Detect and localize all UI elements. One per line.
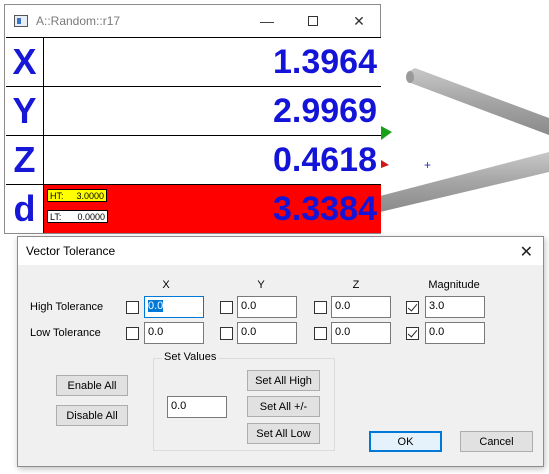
maximize-button[interactable] [290, 5, 336, 37]
crosshair-marker: + [424, 158, 431, 172]
red-axis-arrow [381, 160, 389, 168]
column-header-magnitude: Magnitude [428, 279, 480, 291]
app-window-icon [14, 15, 28, 27]
axis-value-y: 2.9969 [273, 91, 377, 130]
high-y-checkbox[interactable] [220, 301, 233, 314]
column-header-z: Z [352, 279, 360, 291]
coordinate-readout-window: A::Random::r17 — ✕ X 1.3964 Y 2.9969 Z 0… [4, 4, 381, 234]
high-x-input[interactable]: 0.0 [144, 296, 204, 318]
low-x-input[interactable]: 0.0 [144, 322, 204, 344]
low-z-checkbox[interactable] [314, 327, 327, 340]
low-tolerance-label: Low Tolerance [30, 327, 101, 339]
cancel-button[interactable]: Cancel [460, 431, 533, 452]
minimize-icon: — [260, 13, 274, 29]
low-y-checkbox[interactable] [220, 327, 233, 340]
enable-all-button[interactable]: Enable All [56, 375, 128, 396]
low-z-input[interactable]: 0.0 [331, 322, 391, 344]
cad-viewport: + A::Random::r17 — ✕ X 1.3964 Y 2.9969 Z… [0, 0, 549, 474]
cylinder-upper[interactable] [406, 68, 549, 135]
vector-tolerance-dialog: Vector Tolerance ✕ X Y Z Magnitude High … [17, 236, 544, 467]
high-magnitude-checkbox[interactable] [406, 301, 419, 314]
disable-all-button[interactable]: Disable All [56, 405, 128, 426]
column-header-x: X [162, 279, 170, 291]
dialog-close-icon[interactable]: ✕ [520, 242, 533, 262]
low-x-checkbox[interactable] [126, 327, 139, 340]
high-z-checkbox[interactable] [314, 301, 327, 314]
cylinder-lower[interactable] [380, 152, 549, 212]
set-all-plus-minus-button[interactable]: Set All +/- [247, 396, 320, 417]
readout-row-z: Z 0.4618 [6, 135, 381, 184]
set-values-label: Set Values [162, 351, 219, 363]
minimize-button[interactable]: — [244, 5, 290, 37]
low-y-input[interactable]: 0.0 [237, 322, 297, 344]
readout-row-y: Y 2.9969 [6, 86, 381, 135]
column-header-y: Y [257, 279, 265, 291]
low-tolerance-badge: LT: 0.0000 [47, 210, 108, 223]
axis-value-x: 1.3964 [273, 42, 377, 81]
dialog-titlebar[interactable]: Vector Tolerance ✕ [18, 237, 543, 265]
axis-label-y: Y [6, 87, 44, 135]
high-magnitude-input[interactable]: 3.0 [425, 296, 485, 318]
ht-value: 3.0000 [76, 190, 104, 201]
maximize-icon [308, 16, 318, 26]
set-value-input[interactable]: 0.0 [167, 396, 227, 418]
low-magnitude-checkbox[interactable] [406, 327, 419, 340]
ht-label: HT: [50, 190, 64, 201]
close-button[interactable]: ✕ [336, 5, 382, 37]
axis-label-d: d [6, 185, 44, 233]
axis-label-z: Z [6, 136, 44, 184]
high-x-checkbox[interactable] [126, 301, 139, 314]
readout-row-x: X 1.3964 [6, 37, 381, 86]
set-all-low-button[interactable]: Set All Low [247, 423, 320, 444]
green-axis-arrow [381, 126, 392, 140]
low-magnitude-input[interactable]: 0.0 [425, 322, 485, 344]
high-x-value: 0.0 [148, 300, 164, 312]
high-tolerance-badge: HT: 3.0000 [47, 189, 107, 202]
high-tolerance-label: High Tolerance [30, 301, 104, 313]
axis-label-x: X [6, 38, 44, 86]
dialog-title: Vector Tolerance [26, 244, 116, 258]
axis-value-d: 3.3384 [273, 189, 377, 228]
ok-button[interactable]: OK [369, 431, 442, 452]
lt-value: 0.0000 [77, 211, 105, 222]
readout-titlebar[interactable]: A::Random::r17 — ✕ [5, 5, 380, 37]
readout-row-distance: d HT: 3.0000 LT: 0.0000 3.3384 [6, 184, 381, 233]
lt-label: LT: [50, 211, 62, 222]
high-z-input[interactable]: 0.0 [331, 296, 391, 318]
close-icon: ✕ [353, 12, 365, 29]
readout-title: A::Random::r17 [36, 14, 121, 28]
high-y-input[interactable]: 0.0 [237, 296, 297, 318]
axis-value-z: 0.4618 [273, 140, 377, 179]
set-values-group: Set Values 0.0 Set All High Set All +/- … [153, 351, 335, 451]
set-all-high-button[interactable]: Set All High [247, 370, 320, 391]
